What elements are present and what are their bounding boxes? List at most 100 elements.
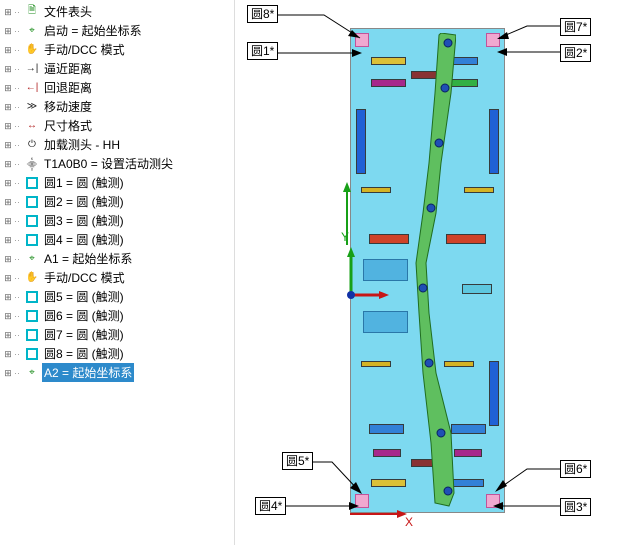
corner-tl: [355, 33, 369, 47]
speed-icon: ≫: [24, 99, 40, 115]
tree-connector: ··: [14, 273, 24, 283]
fixture: [361, 361, 391, 367]
tree-item[interactable]: ⊞··圆2 = 圆 (触测): [2, 192, 234, 211]
format-icon: ↔: [24, 118, 40, 134]
mode-icon: ✋: [24, 42, 40, 58]
expander-icon[interactable]: ⊞: [2, 120, 14, 132]
tree-item[interactable]: ⊞··←|回退距离: [2, 78, 234, 97]
circle-icon: [24, 232, 40, 248]
expander-icon[interactable]: ⊞: [2, 25, 14, 37]
tree-item[interactable]: ⊞··≫移动速度: [2, 97, 234, 116]
axis-triad-icon: [339, 247, 389, 307]
expander-icon[interactable]: ⊞: [2, 139, 14, 151]
expander-icon[interactable]: ⊞: [2, 367, 14, 379]
tree-connector: ··: [14, 235, 24, 245]
coord-icon: ⌖: [24, 23, 40, 39]
tree-connector: ··: [14, 26, 24, 36]
tree-item-label: 圆3 = 圆 (触测): [42, 211, 126, 230]
tree-item[interactable]: ⊞·· 圆6 = 圆 (触测): [2, 306, 234, 325]
tree-connector: ··: [14, 197, 24, 207]
expander-icon[interactable]: ⊞: [2, 329, 14, 341]
callout-c8[interactable]: 圆8*: [247, 5, 278, 23]
expander-icon[interactable]: ⊞: [2, 101, 14, 113]
tree-item[interactable]: ⊞··✋手动/DCC 模式: [2, 40, 234, 59]
callout-c1[interactable]: 圆1*: [247, 42, 278, 60]
tree-item[interactable]: ⊞··⏻加载测头 - HH: [2, 135, 234, 154]
expander-icon[interactable]: ⊞: [2, 6, 14, 18]
expander-icon[interactable]: ⊞: [2, 177, 14, 189]
expander-icon[interactable]: ⊞: [2, 215, 14, 227]
tree-item-label: A1 = 起始坐标系: [42, 249, 134, 268]
mode-icon: ✋: [24, 270, 40, 286]
tree-item-label: 圆7 = 圆 (触测): [42, 325, 126, 344]
tree-connector: ··: [14, 368, 24, 378]
tree-item-label: 圆1 = 圆 (触测): [42, 173, 126, 192]
expander-icon[interactable]: ⊞: [2, 82, 14, 94]
callout-c5[interactable]: 圆5*: [282, 452, 313, 470]
expander-icon[interactable]: ⊞: [2, 272, 14, 284]
cad-viewport[interactable]: X Y 圆8*圆1*圆7*圆2*圆5*圆4*圆6*圆3*: [235, 0, 635, 545]
retract-icon: ←|: [24, 80, 40, 96]
tree-item[interactable]: ⊞··圆4 = 圆 (触测): [2, 230, 234, 249]
tree-item[interactable]: ⊞··圆1 = 圆 (触测): [2, 173, 234, 192]
fixture: [373, 449, 401, 457]
callout-c4[interactable]: 圆4*: [255, 497, 286, 515]
tree-item[interactable]: ⊞··⸎T1A0B0 = 设置活动测尖: [2, 154, 234, 173]
tree-item[interactable]: ⊞··⌖A1 = 起始坐标系: [2, 249, 234, 268]
fixture: [464, 187, 494, 193]
callout-c7[interactable]: 圆7*: [560, 18, 591, 36]
expander-icon[interactable]: ⊞: [2, 63, 14, 75]
expander-icon[interactable]: ⊞: [2, 310, 14, 322]
tree-item[interactable]: ⊞··✋手动/DCC 模式: [2, 268, 234, 287]
tree-item-label: 启动 = 起始坐标系: [42, 21, 144, 40]
tree-connector: ··: [14, 311, 24, 321]
tree-item[interactable]: ⊞··→|逼近距离: [2, 59, 234, 78]
tree-item-label: 圆6 = 圆 (触测): [42, 306, 126, 325]
tree-connector: ··: [14, 159, 24, 169]
tree-item[interactable]: ⊞··圆3 = 圆 (触测): [2, 211, 234, 230]
tree-connector: ··: [14, 330, 24, 340]
tree-item[interactable]: ⊞··圆5 = 圆 (触测): [2, 287, 234, 306]
callout-c2[interactable]: 圆2*: [560, 44, 591, 62]
coord-icon: ⌖: [24, 251, 40, 267]
tree-item[interactable]: ⊞··⌖A2 = 起始坐标系: [2, 363, 234, 382]
tree-item-label: 回退距离: [42, 78, 94, 97]
fixture: [451, 424, 486, 434]
expander-icon[interactable]: ⊞: [2, 196, 14, 208]
circle-icon: [24, 308, 40, 324]
circle-icon: [24, 213, 40, 229]
corner-br: [486, 494, 500, 508]
rail-right-2: [489, 361, 499, 426]
callout-c3[interactable]: 圆3*: [560, 498, 591, 516]
tree-connector: ··: [14, 102, 24, 112]
header-icon: 🗎: [24, 4, 40, 20]
circle-icon: [24, 175, 40, 191]
axis-y-label: Y: [341, 230, 349, 244]
expander-icon[interactable]: ⊞: [2, 291, 14, 303]
coord-icon: ⌖: [24, 365, 40, 381]
tree-item[interactable]: ⊞··圆8 = 圆 (触测): [2, 344, 234, 363]
fixture-plate: [350, 28, 505, 513]
expander-icon[interactable]: ⊞: [2, 348, 14, 360]
tree-item-label: 尺寸格式: [42, 116, 94, 135]
circle-icon: [24, 327, 40, 343]
expander-icon[interactable]: ⊞: [2, 44, 14, 56]
tree-item-label: 移动速度: [42, 97, 94, 116]
tree-item[interactable]: ⊞·· 圆7 = 圆 (触测): [2, 325, 234, 344]
expander-icon[interactable]: ⊞: [2, 234, 14, 246]
tree-item[interactable]: ⊞··↔尺寸格式: [2, 116, 234, 135]
rail-right: [489, 109, 499, 174]
expander-icon[interactable]: ⊞: [2, 253, 14, 265]
tree-item[interactable]: ⊞··⌖启动 = 起始坐标系: [2, 21, 234, 40]
approach-icon: →|: [24, 61, 40, 77]
tree-connector: ··: [14, 254, 24, 264]
callout-c6[interactable]: 圆6*: [560, 460, 591, 478]
tree-connector: ··: [14, 349, 24, 359]
tree-item[interactable]: ⊞··🗎文件表头: [2, 2, 234, 21]
circle-icon: [24, 289, 40, 305]
corner-tr: [486, 33, 500, 47]
tree-item-label: 逼近距离: [42, 59, 94, 78]
program-tree[interactable]: ⊞··🗎文件表头⊞··⌖启动 = 起始坐标系⊞··✋手动/DCC 模式⊞··→|…: [0, 0, 235, 545]
expander-icon[interactable]: ⊞: [2, 158, 14, 170]
tree-item-label: 加载测头 - HH: [42, 135, 122, 154]
